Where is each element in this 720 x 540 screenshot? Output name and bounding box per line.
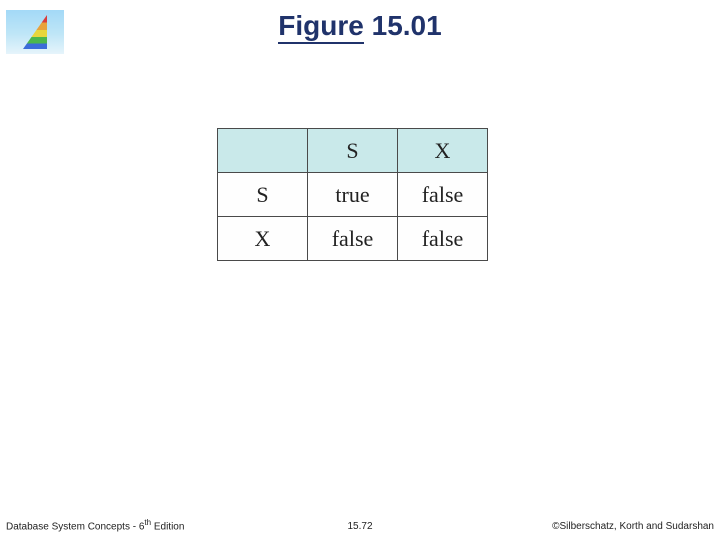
title-rest: 15.01: [364, 10, 442, 41]
table-cell: true: [308, 173, 398, 217]
slide-title: Figure 15.01: [0, 10, 720, 42]
copyright: ©Silberschatz, Korth and Sudarshan: [552, 521, 714, 532]
table-row: X false false: [218, 217, 488, 261]
table-row: S true false: [218, 173, 488, 217]
row-header: X: [218, 217, 308, 261]
col-header: S: [308, 129, 398, 173]
table-row: S X: [218, 129, 488, 173]
table-corner: [218, 129, 308, 173]
page-number: 15.72: [347, 521, 372, 532]
slide: Figure 15.01 S X S true false X false fa…: [0, 0, 720, 540]
footer-right: ©Silberschatz, Korth and Sudarshan: [552, 521, 714, 532]
table-cell: false: [308, 217, 398, 261]
col-header: X: [398, 129, 488, 173]
title-underlined: Figure: [278, 10, 364, 44]
row-header: S: [218, 173, 308, 217]
compatibility-table: S X S true false X false false: [217, 128, 488, 261]
table-cell: false: [398, 173, 488, 217]
table-cell: false: [398, 217, 488, 261]
